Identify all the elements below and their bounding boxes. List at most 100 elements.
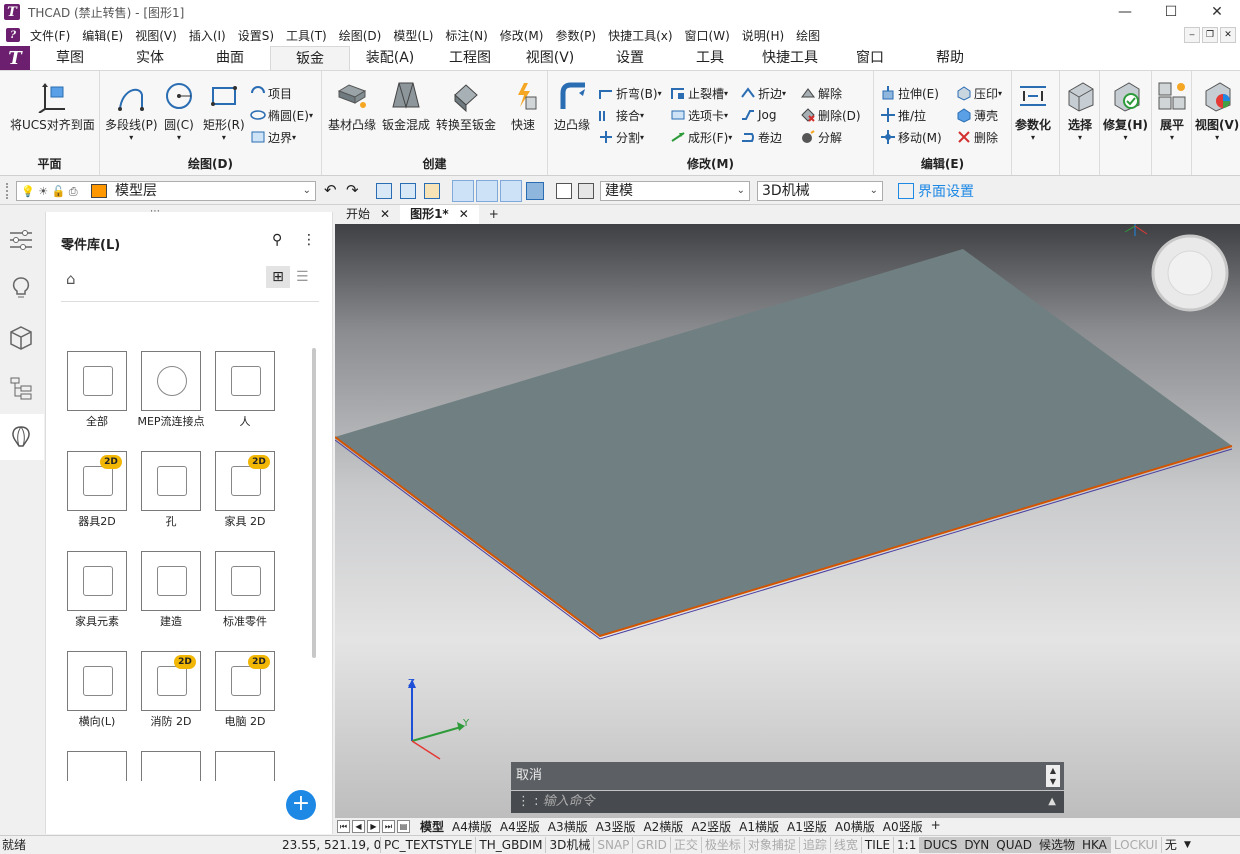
layout-tab[interactable]: A1横版 xyxy=(735,818,783,835)
tab-tools[interactable]: 工具 xyxy=(670,46,750,70)
tree-icon[interactable] xyxy=(7,374,35,402)
library-tile[interactable] xyxy=(215,551,275,611)
item-button[interactable]: 项目 xyxy=(250,83,292,103)
pushpull-button[interactable]: 推/拉 xyxy=(880,105,926,125)
ellipse-button[interactable]: 椭圆(E) ▾ xyxy=(250,105,313,125)
home-icon[interactable]: ⌂ xyxy=(66,270,76,288)
library-tab[interactable] xyxy=(0,414,44,460)
menu-window[interactable]: 窗口(W) xyxy=(679,27,736,44)
align-ucs-button[interactable]: 将UCS对齐到面 xyxy=(10,79,95,133)
minimize-button[interactable]: — xyxy=(1102,0,1148,24)
app-menu-button[interactable]: T xyxy=(0,46,30,70)
command-input[interactable]: ⋮ : 输入命令 ▲ xyxy=(511,791,1064,813)
grid-view-icon[interactable]: ⊞ xyxy=(266,266,290,288)
param-button[interactable]: 参数化 ▾ xyxy=(1015,79,1051,142)
library-tile[interactable] xyxy=(141,551,201,611)
menu-help[interactable]: 说明(H) xyxy=(736,27,790,44)
sliders-icon[interactable] xyxy=(7,226,35,254)
panel-grip[interactable]: ⋯ xyxy=(150,206,160,217)
status-toggle[interactable]: TILE xyxy=(860,837,893,853)
new-tab-button[interactable]: + xyxy=(479,205,509,224)
polyline-button[interactable]: 多段线(P) ▾ xyxy=(105,79,158,142)
more-icon[interactable]: ⋮ xyxy=(302,232,316,248)
history-scroll[interactable]: ▲ ▼ xyxy=(1046,765,1060,787)
base-flange-button[interactable]: 基材凸缘 xyxy=(328,79,376,133)
delete-button[interactable]: 删除 xyxy=(956,127,998,147)
table-icon[interactable] xyxy=(556,183,572,199)
layout-list-icon[interactable]: ▤ xyxy=(397,820,410,833)
layout-tab[interactable]: 模型 xyxy=(416,818,448,835)
library-tile[interactable] xyxy=(141,751,201,781)
tab-drawing1[interactable]: 图形1* ✕ xyxy=(400,205,479,224)
status-toggle[interactable]: 候选物 xyxy=(1034,837,1078,853)
relief-button[interactable]: 止裂槽 ▾ xyxy=(670,83,728,103)
prev-layout-icon[interactable]: ◀ xyxy=(352,820,365,833)
shell-button[interactable]: 薄壳 xyxy=(956,105,998,125)
menu-insert[interactable]: 插入(I) xyxy=(183,27,232,44)
layer-dropdown[interactable]: 💡 ☀ 🔓 ⎙ 模型层 ⌄ xyxy=(16,181,316,201)
menu-params[interactable]: 参数(P) xyxy=(549,27,602,44)
menu-model[interactable]: 模型(L) xyxy=(387,27,439,44)
menu-draw2[interactable]: 绘图 xyxy=(790,27,826,44)
bend-button[interactable]: 折弯(B) ▾ xyxy=(598,83,662,103)
view-cut-icon[interactable] xyxy=(500,180,522,202)
library-tile[interactable]: 2D xyxy=(141,651,201,711)
tab-quicktools[interactable]: 快捷工具 xyxy=(750,46,830,70)
model-viewport[interactable]: Z Y 取消 ▲ ▼ ⋮ : 输入命令 ▲ xyxy=(335,224,1240,818)
close-button[interactable]: ✕ xyxy=(1194,0,1240,24)
delete-d-button[interactable]: 删除(D) xyxy=(800,105,861,125)
status-toggle[interactable]: 对象捕捉 xyxy=(743,837,799,853)
status-toggle[interactable]: 无 xyxy=(1160,837,1180,853)
library-tile[interactable]: 2D xyxy=(215,651,275,711)
tab-view[interactable]: 视图(V) xyxy=(510,46,590,70)
tab-window[interactable]: 窗口 xyxy=(830,46,910,70)
quick-button[interactable]: 快速 xyxy=(506,79,540,133)
ui-settings-link[interactable]: 界面设置 xyxy=(918,181,974,201)
status-toggle[interactable]: LOCKUI xyxy=(1109,837,1161,853)
status-toggle[interactable]: 追踪 xyxy=(798,837,830,853)
library-tile[interactable] xyxy=(215,351,275,411)
move-button[interactable]: 移动(M) xyxy=(880,127,942,147)
tab-sketch[interactable]: 草图 xyxy=(30,46,110,70)
view-button[interactable]: 视图(V) ▾ xyxy=(1195,79,1239,142)
tab-sheetmetal[interactable]: 钣金 xyxy=(270,46,350,70)
profile-dropdown[interactable]: 3D机械 ⌄ xyxy=(757,181,883,201)
document-icon[interactable]: ? xyxy=(6,28,20,42)
rect-button[interactable]: 矩形(R) ▾ xyxy=(203,79,245,142)
view-shaded-icon[interactable] xyxy=(526,182,544,200)
mdi-close-button[interactable]: ✕ xyxy=(1220,27,1236,43)
layout-tab[interactable]: A4横版 xyxy=(448,818,496,835)
scrollbar-thumb[interactable] xyxy=(312,348,316,658)
status-toggle[interactable]: TH_GBDIM xyxy=(475,837,545,853)
grip-handle[interactable] xyxy=(6,183,9,199)
status-toggle[interactable]: 正交 xyxy=(669,837,701,853)
status-toggle[interactable]: 线宽 xyxy=(829,837,861,853)
edge-flange-button[interactable]: 边凸缘 xyxy=(554,79,590,133)
form-button[interactable]: 成形(F) ▾ xyxy=(670,127,732,147)
layout-tab[interactable]: A0竖版 xyxy=(879,818,927,835)
library-tile[interactable] xyxy=(67,351,127,411)
chevron-up-icon[interactable]: ▲ xyxy=(1048,791,1056,813)
jog-button[interactable]: Jog xyxy=(740,105,777,125)
layout-tab[interactable]: A3横版 xyxy=(544,818,592,835)
junction-button[interactable]: 接合 ▾ xyxy=(598,105,644,125)
chevron-down-icon[interactable]: ▼ xyxy=(1184,837,1191,853)
menu-quicktools[interactable]: 快捷工具(x) xyxy=(602,27,678,44)
layer-iso-icon[interactable] xyxy=(400,183,416,199)
tab-assembly[interactable]: 装配(A) xyxy=(350,46,430,70)
tab-solid[interactable]: 实体 xyxy=(110,46,190,70)
mdi-minimize-button[interactable]: ‒ xyxy=(1184,27,1200,43)
library-tile[interactable] xyxy=(215,751,275,781)
next-layout-icon[interactable]: ▶ xyxy=(367,820,380,833)
status-toggle[interactable]: 1:1 xyxy=(893,837,919,853)
tab-option-button[interactable]: 选项卡 ▾ xyxy=(670,105,728,125)
close-icon[interactable]: ✕ xyxy=(380,205,390,224)
image-icon[interactable] xyxy=(578,183,594,199)
status-toggle[interactable]: GRID xyxy=(632,837,669,853)
menu-modify[interactable]: 修改(M) xyxy=(494,27,550,44)
split-button[interactable]: 分割 ▾ xyxy=(598,127,644,147)
layout-tab[interactable]: A3竖版 xyxy=(592,818,640,835)
first-layout-icon[interactable]: ⏮ xyxy=(337,820,350,833)
convert-button[interactable]: 转换至钣金 xyxy=(436,79,496,133)
redo-icon[interactable]: ↷ xyxy=(346,181,359,199)
